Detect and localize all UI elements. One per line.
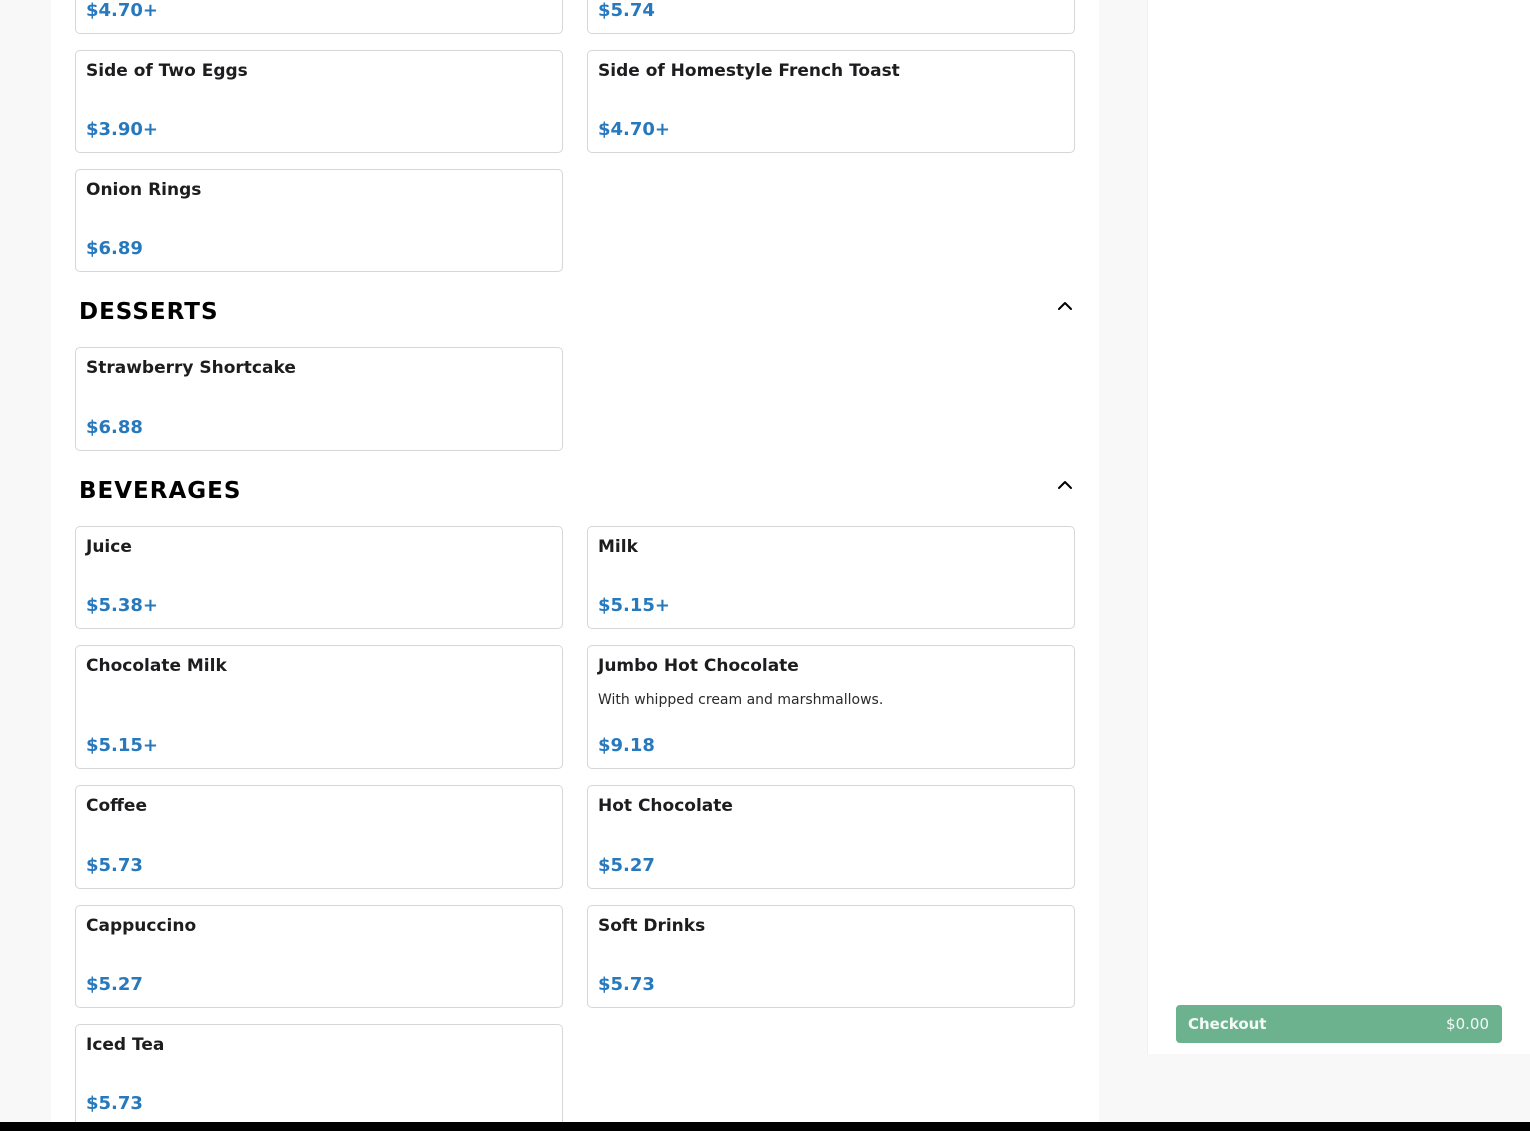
- menu-item-price: $5.73: [598, 974, 655, 995]
- checkout-label: Checkout: [1188, 1015, 1267, 1033]
- menu-item-price: $5.27: [598, 855, 655, 876]
- menu-item-name: Strawberry Shortcake: [86, 358, 296, 378]
- collapse-desserts-button[interactable]: [1055, 296, 1075, 316]
- menu-item-name: Onion Rings: [86, 180, 202, 200]
- chevron-up-icon: [1058, 481, 1072, 489]
- menu-item-price: $5.27: [86, 974, 143, 995]
- menu-item-card[interactable]: $5.74: [587, 0, 1075, 34]
- checkout-button[interactable]: Checkout $0.00: [1176, 1005, 1502, 1043]
- section-title-desserts: DESSERTS: [79, 299, 219, 325]
- menu-item-price: $6.89: [86, 238, 143, 259]
- menu-item-card[interactable]: Hot Chocolate $5.27: [587, 785, 1075, 889]
- menu-item-name: Cappuccino: [86, 916, 197, 936]
- menu-item-card[interactable]: Jumbo Hot Chocolate With whipped cream a…: [587, 645, 1075, 769]
- page: $4.70+ $5.74 Side of Two Eggs $3.90+ Sid…: [0, 0, 1530, 1131]
- menu-item-card[interactable]: Strawberry Shortcake $6.88: [75, 347, 563, 451]
- collapse-beverages-button[interactable]: [1055, 475, 1075, 495]
- menu-item-card[interactable]: Side of Two Eggs $3.90+: [75, 50, 563, 153]
- menu-item-name: Side of Homestyle French Toast: [598, 61, 900, 81]
- menu-item-card[interactable]: Juice $5.38+: [75, 526, 563, 629]
- menu-item-card[interactable]: Chocolate Milk $5.15+: [75, 645, 563, 769]
- menu-item-price: $3.90+: [86, 119, 159, 140]
- cart-panel: [1147, 0, 1530, 1054]
- menu-item-name: Coffee: [86, 796, 147, 816]
- menu-item-price: $5.38+: [86, 595, 159, 616]
- menu-item-card[interactable]: Milk $5.15+: [587, 526, 1075, 629]
- menu-item-name: Chocolate Milk: [86, 656, 227, 676]
- menu-item-card[interactable]: Soft Drinks $5.73: [587, 905, 1075, 1008]
- menu-item-price: $5.74: [598, 0, 655, 21]
- menu-item-name: Iced Tea: [86, 1035, 165, 1055]
- menu-item-description: With whipped cream and marshmallows.: [598, 692, 884, 708]
- menu-item-price: $9.18: [598, 735, 655, 756]
- menu-item-price: $5.73: [86, 1093, 143, 1114]
- menu-item-price: $4.70+: [598, 119, 671, 140]
- menu-item-name: Side of Two Eggs: [86, 61, 248, 81]
- menu-item-price: $5.15+: [598, 595, 671, 616]
- menu-item-card[interactable]: $4.70+: [75, 0, 563, 34]
- menu-item-name: Milk: [598, 537, 638, 557]
- menu-item-card[interactable]: Onion Rings $6.89: [75, 169, 563, 272]
- menu-item-card[interactable]: Coffee $5.73: [75, 785, 563, 889]
- menu-item-name: Hot Chocolate: [598, 796, 733, 816]
- menu-item-name: Jumbo Hot Chocolate: [598, 656, 799, 676]
- menu-item-price: $4.70+: [86, 0, 159, 21]
- menu-item-price: $6.88: [86, 417, 143, 438]
- menu-item-price: $5.15+: [86, 735, 159, 756]
- bottom-bar: [0, 1122, 1530, 1131]
- section-title-beverages: BEVERAGES: [79, 478, 242, 504]
- menu-item-price: $5.73: [86, 855, 143, 876]
- cart-total: $0.00: [1446, 1015, 1489, 1033]
- menu-item-card[interactable]: Iced Tea $5.73: [75, 1024, 563, 1127]
- menu-item-card[interactable]: Cappuccino $5.27: [75, 905, 563, 1008]
- menu-item-name: Soft Drinks: [598, 916, 706, 936]
- menu-item-card[interactable]: Side of Homestyle French Toast $4.70+: [587, 50, 1075, 153]
- chevron-up-icon: [1058, 302, 1072, 310]
- menu-item-name: Juice: [86, 537, 132, 557]
